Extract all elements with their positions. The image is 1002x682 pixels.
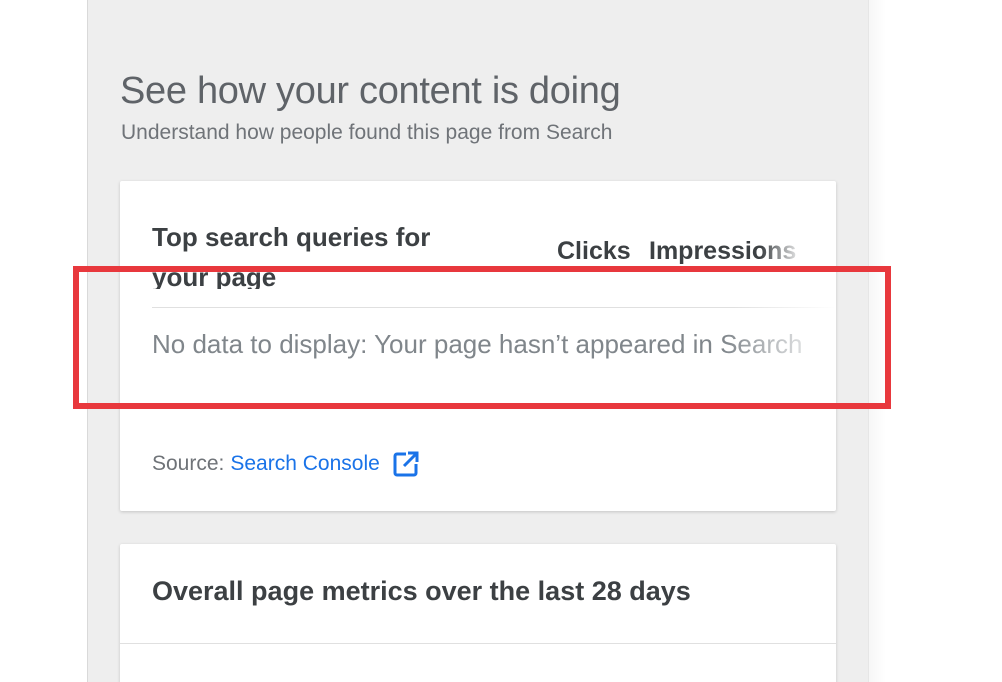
no-data-message: No data to display: Your page hasn’t app… — [152, 329, 803, 359]
top-queries-title: Top search queries for your page — [152, 222, 431, 289]
source-label: Source: — [152, 452, 225, 475]
page: See how your content is doing Understand… — [0, 0, 1002, 682]
source-line: Source: Search Console — [152, 450, 420, 478]
metrics-divider — [120, 643, 836, 644]
top-queries-card: Top search queries for your page Clicks … — [120, 181, 836, 511]
panel-shadow — [868, 0, 886, 682]
table-divider — [152, 307, 836, 308]
open-in-new-icon[interactable] — [392, 450, 420, 478]
section-subtitle: Understand how people found this page fr… — [121, 121, 613, 144]
search-console-link[interactable]: Search Console — [230, 452, 379, 476]
page-metrics-card: Overall page metrics over the last 28 da… — [120, 544, 836, 682]
page-metrics-title: Overall page metrics over the last 28 da… — [152, 576, 691, 606]
clicks-column-header[interactable]: Clicks — [557, 237, 631, 266]
impressions-column-header[interactable]: Impressions — [649, 237, 804, 266]
section-title: See how your content is doing — [120, 70, 621, 112]
